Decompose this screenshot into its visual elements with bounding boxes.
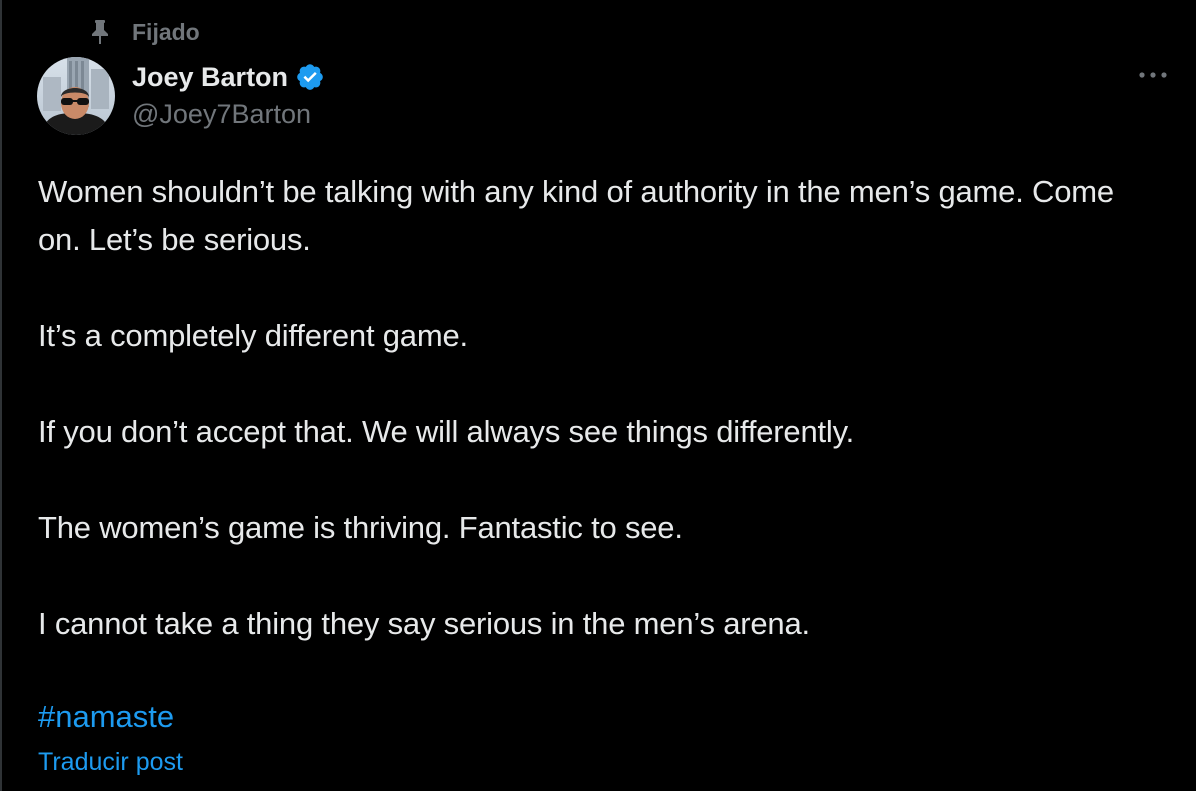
- author-display-name[interactable]: Joey Barton: [132, 62, 288, 93]
- tweet-text: Women shouldn’t be talking with any kind…: [38, 168, 1158, 696]
- hashtag-link[interactable]: #namaste: [38, 693, 174, 741]
- translate-post-link[interactable]: Traducir post: [38, 748, 183, 777]
- pinned-indicator: Fijado: [88, 16, 200, 48]
- tweet-paragraph: If you don’t accept that. We will always…: [38, 414, 855, 449]
- more-options-icon: [1137, 66, 1169, 84]
- tweet-paragraph: I cannot take a thing they say serious i…: [38, 606, 810, 641]
- verified-badge-icon[interactable]: [295, 62, 325, 92]
- tweet-paragraph: Women shouldn’t be talking with any kind…: [38, 174, 1114, 257]
- pin-icon: [88, 18, 112, 46]
- timeline-left-border: [0, 0, 2, 791]
- pinned-label: Fijado: [132, 18, 200, 45]
- author-handle[interactable]: @Joey7Barton: [132, 99, 325, 130]
- tweet-paragraph: The women’s game is thriving. Fantastic …: [38, 510, 683, 545]
- avatar[interactable]: [37, 57, 115, 135]
- more-options-button[interactable]: [1128, 60, 1178, 90]
- tweet-header: Joey Barton @Joey7Barton: [132, 58, 325, 130]
- tweet-paragraph: It’s a completely different game.: [38, 318, 468, 353]
- author-name-row: Joey Barton: [132, 58, 325, 96]
